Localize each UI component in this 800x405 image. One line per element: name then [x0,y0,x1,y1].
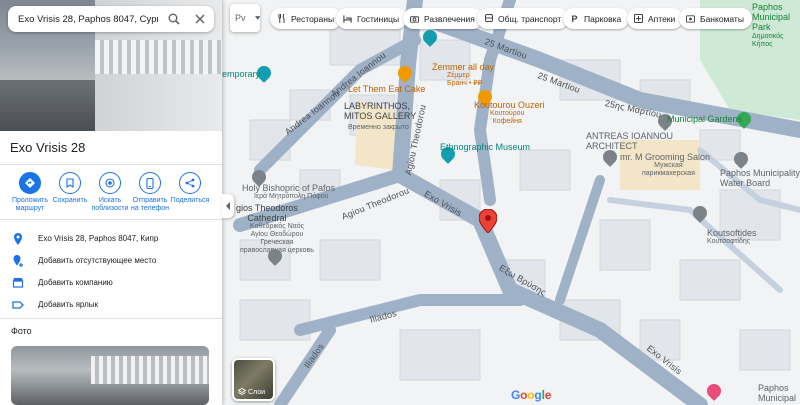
save-button[interactable]: Сохранить [49,172,91,205]
photo-thumbnail[interactable] [11,346,209,405]
chip-atm[interactable]: Банкоматы [679,8,752,29]
nearby-button[interactable]: Искать поблизости [89,172,131,213]
divider [0,219,222,220]
bookmark-icon [59,172,81,194]
poi-label[interactable]: Paphos Municipality Water Board [720,168,800,188]
parking-icon: P [571,13,578,24]
chip-label: Развлечения [424,13,475,24]
nearby-icon [99,172,121,194]
poi-label[interactable]: Municipal Gardens [667,114,742,124]
location-pin-icon [14,233,22,245]
atm-icon [686,14,695,23]
layers-label: Слои [248,388,266,396]
logo-letter: G [511,388,521,402]
action-label: Отправить на телефон [131,197,169,212]
language-button[interactable]: Pv [230,4,260,32]
address-row[interactable]: Exo Vrisis 28, Paphos 8047, Кипр [0,229,222,251]
poi-label[interactable]: Paphos Municipal [758,383,796,403]
send-to-phone-button[interactable]: Отправить на телефон [129,172,171,213]
chip-entertainment[interactable]: Развлечения [403,8,483,29]
directions-button[interactable]: Проложить маршрут [9,172,51,213]
divider [0,164,222,165]
poi-sublabel: Κουτσοφτίδης [707,238,751,245]
hotel-icon [343,14,352,23]
chip-label: Банкоматы [700,13,744,24]
place-title: Exo Vrisis 28 [10,140,86,155]
chip-parking[interactable]: P Парковка [563,8,630,29]
poi-sublabel: Ζέμμερ Бранч • ₽₽ [447,72,483,87]
chip-transit[interactable]: Общ. транспорт [477,8,570,29]
add-business-icon [12,278,24,288]
poi-label[interactable]: mr. M Grooming Salon [620,152,710,162]
google-logo: Google [511,388,551,402]
chip-restaurants[interactable]: Рестораны [270,8,343,29]
chip-label: Парковка [584,13,622,24]
photos-heading: Фото [11,326,32,336]
pharmacy-icon [634,14,643,23]
place-panel: Exo Vrisis 28 Проложить маршрут Сохранит… [0,0,222,405]
poi-label[interactable]: Zemmer all day [432,62,494,72]
layers-icon [238,388,246,396]
add-label-row[interactable]: Добавить ярлык [0,295,222,317]
send-to-phone-icon [139,172,161,194]
add-label-text: Добавить ярлык [38,300,99,309]
camera-icon [410,14,419,23]
poi-label[interactable]: Holy Bishopric of Pafos [242,183,335,193]
address-text: Exo Vrisis 28, Paphos 8047, Кипр [38,234,159,243]
logo-letter: g [534,388,542,402]
poi-label[interactable]: Let Them Eat Cake [348,84,425,94]
add-business-text: Добавить компанию [38,278,113,287]
search-icon[interactable] [165,10,183,28]
poi-label[interactable]: Koutourou Ouzeri [474,100,545,110]
chevron-left-icon [226,202,230,210]
poi-label[interactable]: Paphos Municipal Park [752,2,790,32]
action-label: Проложить маршрут [11,197,49,212]
poi-sublabel: Κουτούρου Кофейня [490,110,525,125]
language-label: Pv [235,13,246,23]
bus-icon [484,14,493,23]
add-business-row[interactable]: Добавить компанию [0,273,222,295]
poi-label[interactable]: Ethnographic Museum [440,142,530,152]
share-button[interactable]: Поделиться [169,172,211,205]
add-place-icon [13,255,23,267]
layers-button[interactable]: Слои [232,358,275,401]
label-icon [12,301,24,309]
action-label: Сохранить [52,197,88,204]
add-place-row[interactable]: Добавить отсутствующее место [0,251,222,273]
selected-location-pin-icon[interactable] [479,209,497,233]
poi-sublabel: Ιερά Μητρόπολη Πάφου [254,193,329,200]
poi-label[interactable]: Koutsoftides [707,228,757,238]
action-label: Искать поблизости [91,197,129,212]
chip-label: Рестораны [291,13,335,24]
chip-label: Гостиницы [357,13,400,24]
action-label: Поделиться [170,197,210,204]
directions-icon [19,172,41,194]
add-place-text: Добавить отсутствующее место [38,256,157,265]
poi-label[interactable]: ANTREAS IOANNOU ARCHITECT [586,131,673,151]
chevron-down-icon [254,16,260,20]
collapse-panel-button[interactable] [222,194,234,218]
logo-letter: e [544,388,552,402]
search-input[interactable] [18,11,158,27]
search-box [8,6,214,32]
close-icon[interactable] [191,10,209,28]
poi-label[interactable]: gios Theodoros Cathedral [236,203,298,223]
chip-pharmacies[interactable]: Аптеки [627,8,684,29]
poi-sublabel: Δημοτικός Κήπος [752,33,784,48]
restaurant-icon [277,14,286,23]
poi-sublabel: Временно закрыто [348,124,409,131]
chip-label: Общ. транспорт [498,13,562,24]
poi-label[interactable]: emporary [222,69,260,79]
poi-sublabel: Мужская парикмахерская [642,162,695,177]
chip-hotels[interactable]: Гостиницы [336,8,408,29]
poi-label[interactable]: LABYRINTHOS, MITOS GALLERY [344,101,416,121]
share-icon [179,172,201,194]
chip-label: Аптеки [648,13,676,24]
divider [0,318,222,319]
